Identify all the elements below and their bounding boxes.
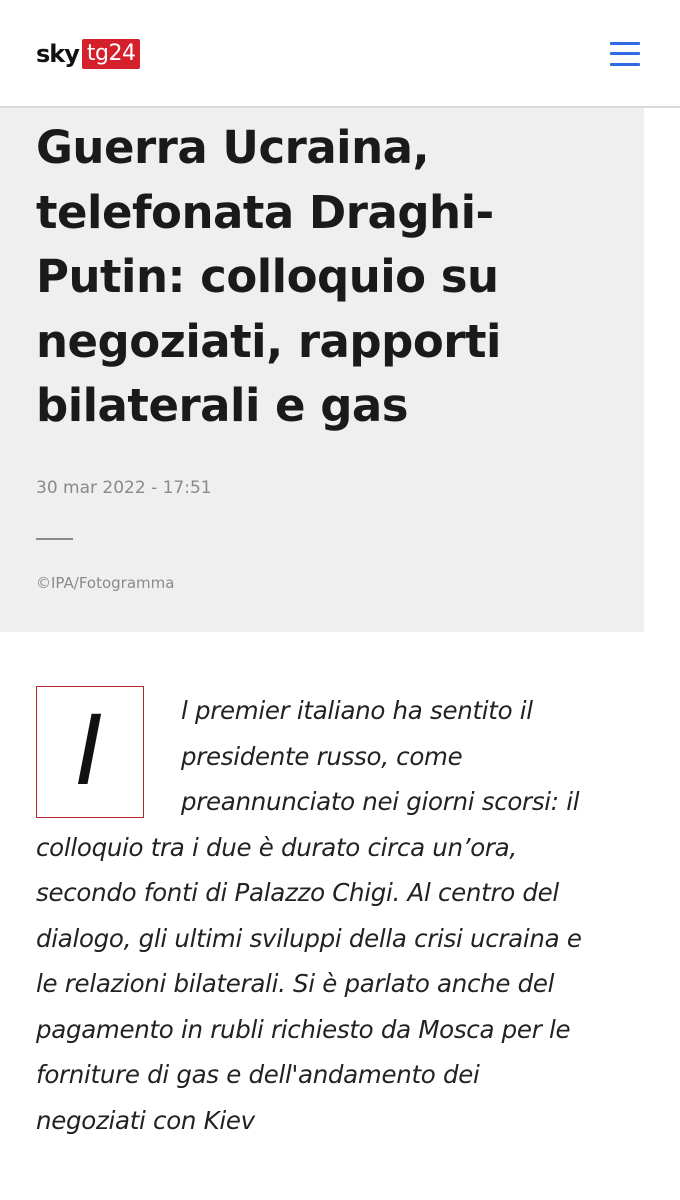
headline-line: bilaterali e gas bbox=[36, 379, 409, 432]
hamburger-menu-icon[interactable] bbox=[608, 39, 644, 69]
headline-line: negoziati, rapporti bbox=[36, 314, 501, 368]
article-headline: Guerra Ucraina, telefonata Draghi- Putin… bbox=[36, 116, 626, 439]
article-date: 30 mar 2022 - 17:51 bbox=[36, 478, 212, 498]
body-line: dialogo, gli ultimi sviluppi della crisi… bbox=[36, 923, 582, 953]
body-line: forniture di gas e dell'andamento dei bbox=[36, 1060, 480, 1089]
headline-line: telefonata Draghi- bbox=[36, 185, 494, 239]
logo-sky-text: sky bbox=[36, 40, 80, 68]
headline-line: Putin: colloquio su bbox=[36, 250, 499, 303]
logo-tg24-badge: tg24 bbox=[81, 39, 141, 69]
headline-line: Guerra Ucraina, bbox=[36, 121, 430, 174]
body-line: negoziati con Kiev bbox=[36, 1105, 255, 1135]
top-navigation-bar: sky tg24 bbox=[0, 0, 680, 108]
body-line: pagamento in rubli richiesto da Mosca pe… bbox=[36, 1014, 571, 1044]
body-line: preannunciato nei giorni scorsi: il bbox=[181, 787, 580, 816]
skytg24-logo[interactable]: sky tg24 bbox=[36, 37, 141, 71]
body-line: l premier italiano ha sentito il bbox=[181, 696, 533, 725]
body-line: le relazioni bilaterali. Si è parlato an… bbox=[36, 969, 555, 998]
body-line: presidente russo, come bbox=[181, 741, 463, 771]
body-line: secondo fonti di Palazzo Chigi. Al centr… bbox=[36, 878, 559, 907]
photo-credit: ©IPA/Fotogramma bbox=[36, 574, 175, 592]
body-line: colloquio tra i due è durato circa un’or… bbox=[36, 832, 517, 862]
article-body-paragraph: l premier italiano ha sentito il preside… bbox=[36, 688, 640, 1143]
divider bbox=[36, 538, 73, 540]
